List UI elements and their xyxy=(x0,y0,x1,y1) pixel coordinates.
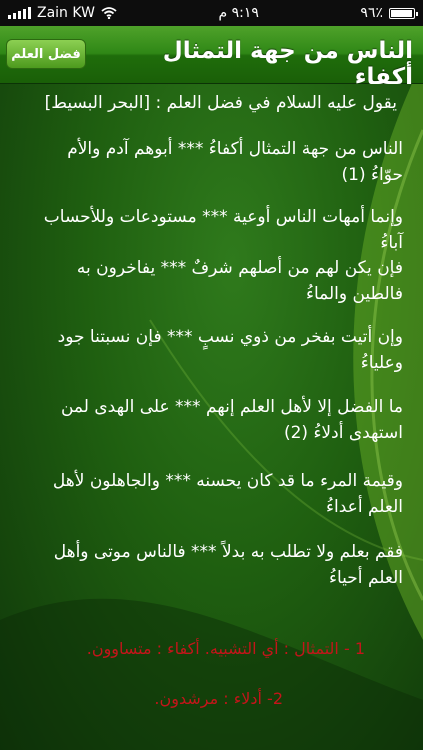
verse-2: وإنما أمهات الناس أوعية *** مستودعات ولل… xyxy=(43,207,403,253)
poem-content: يقول عليه السلام في فضل العلم : [البحر ا… xyxy=(0,84,423,750)
back-button-label: فضل العلم xyxy=(11,46,81,62)
page-title: الناس من جهة التمثال أكفاء xyxy=(162,38,413,90)
back-button[interactable]: فضل العلم xyxy=(6,39,86,69)
status-left: Zain KW xyxy=(8,5,117,21)
footnote-2: 2- أدلاء : مرشدون. xyxy=(154,689,283,708)
navigation-bar: فضل العلم الناس من جهة التمثال أكفاء xyxy=(0,26,423,90)
battery-icon xyxy=(389,7,418,19)
status-right: ٪٩٦ xyxy=(360,5,418,21)
carrier-name: Zain KW xyxy=(37,5,95,21)
poem-intro: يقول عليه السلام في فضل العلم : [البحر ا… xyxy=(44,93,397,113)
verse-3: فإن يكن لهم من أصلهم شرفٌ *** يفاخرون به… xyxy=(76,258,403,304)
status-bar: Zain KW ٩:١٩ م ٪٩٦ xyxy=(0,0,423,26)
verse-1: الناس من جهة التمثال أكفاءُ *** أبوهم آد… xyxy=(67,139,403,185)
verse-5: ما الفضل إلا لأهل العلم إنهم *** على اله… xyxy=(60,397,403,443)
verse-6: وقيمة المرء ما قد كان يحسنه *** والجاهلو… xyxy=(52,471,403,517)
signal-icon xyxy=(8,7,31,19)
wifi-icon xyxy=(101,7,117,19)
verse-7: فقم بعلم ولا تطلب به بدلاً *** فالناس مو… xyxy=(53,542,403,588)
status-time: ٩:١٩ م xyxy=(218,5,259,21)
battery-percent: ٪٩٦ xyxy=(360,5,383,21)
footnote-1: 1 - التمثال : أي التشبيه. أكفاء : متساوو… xyxy=(86,639,365,658)
verse-4: وإن أتيت بفخر من ذوي نسبٍ *** فإن نسبتنا… xyxy=(57,327,403,373)
